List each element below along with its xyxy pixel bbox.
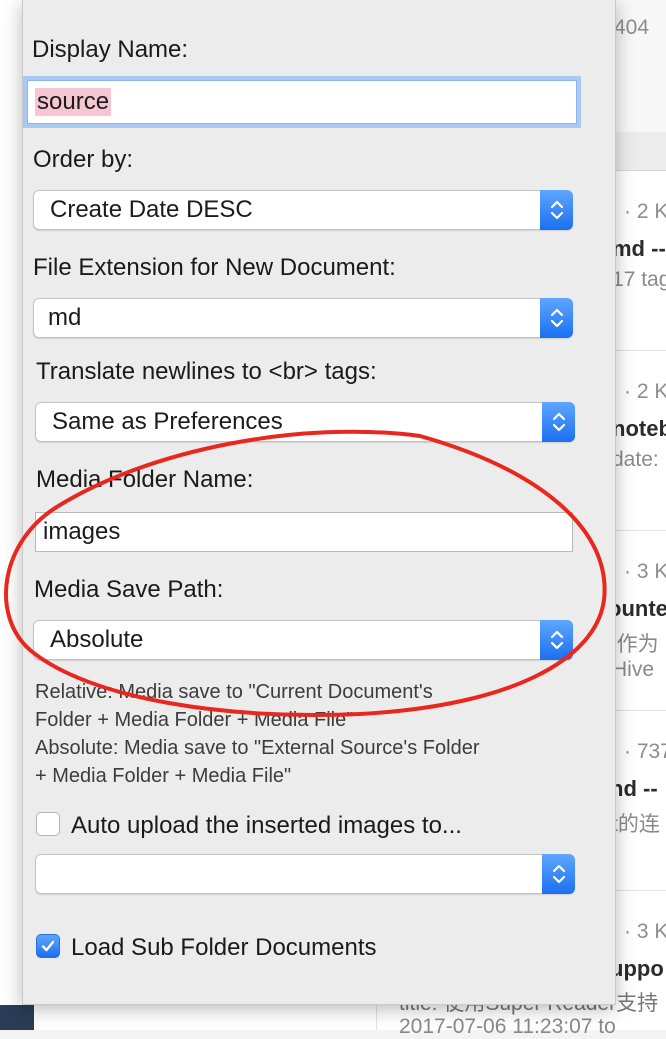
file-extension-select[interactable]: md: [33, 298, 573, 338]
media-folder-value: images: [43, 518, 121, 545]
media-save-path-value: Absolute: [50, 626, 144, 653]
list-item-title: noteb: [612, 416, 666, 441]
list-item-subtitle: 17 tags: [612, 268, 666, 291]
checkmark-icon: [41, 940, 55, 952]
list-item-title: nd --: [610, 776, 658, 801]
list-item-subtitle-2: Hive: [612, 658, 655, 681]
chevron-up-down-icon: [540, 190, 573, 230]
list-item-title: uppo: [610, 956, 664, 981]
list-item-title: md --: [612, 236, 666, 261]
file-extension-value: md: [48, 304, 82, 331]
load-sub-folder-label: Load Sub Folder Documents: [71, 934, 377, 961]
help-line: Absolute: Media save to "External Source…: [35, 737, 480, 759]
newlines-select[interactable]: Same as Preferences: [35, 402, 575, 442]
chevron-up-down-icon: [540, 620, 573, 660]
list-item-subtitle: date:: [612, 448, 659, 471]
media-save-path-select[interactable]: Absolute: [33, 620, 573, 660]
order-by-select[interactable]: Create Date DESC: [33, 190, 573, 230]
list-item-meta: · 737: [624, 740, 666, 763]
list-item-meta: · 2 K: [624, 200, 666, 223]
list-item-title: ounte: [608, 596, 666, 621]
media-folder-label: Media Folder Name:: [36, 466, 254, 493]
folder-settings-popover: Display Name: source Order by: Create Da…: [22, 0, 616, 1005]
order-by-value: Create Date DESC: [50, 196, 253, 223]
media-folder-input[interactable]: images: [35, 512, 573, 552]
media-save-path-label: Media Save Path:: [34, 576, 224, 603]
display-name-value: source: [35, 88, 112, 116]
newlines-label: Translate newlines to <br> tags:: [36, 358, 377, 385]
chevron-up-down-icon: [542, 402, 575, 442]
auto-upload-checkbox[interactable]: [36, 812, 60, 836]
load-sub-folder-checkbox[interactable]: [36, 934, 60, 958]
display-name-input[interactable]: source: [27, 80, 577, 124]
upload-target-select[interactable]: [35, 854, 575, 894]
media-save-help-text: Relative: Media save to "Current Documen…: [35, 678, 479, 790]
list-item-subtitle: t的连: [612, 813, 660, 836]
file-extension-label: File Extension for New Document:: [33, 254, 396, 281]
display-name-label: Display Name:: [32, 36, 189, 63]
help-line: + Media Folder + Media File": [35, 765, 292, 787]
auto-upload-label: Auto upload the inserted images to...: [71, 812, 462, 839]
order-by-label: Order by:: [33, 146, 134, 173]
list-item-subtitle: l作为: [612, 633, 659, 656]
list-item-meta: · 3 K: [624, 560, 666, 583]
help-line: Relative: Media save to "Current Documen…: [35, 681, 433, 703]
window-edge-dark: [0, 1005, 34, 1030]
header-count: 404: [614, 16, 650, 39]
help-line: Folder + Media Folder + Media File": [35, 709, 354, 731]
list-item-meta: · 3 KB: [624, 920, 666, 943]
newlines-value: Same as Preferences: [52, 408, 283, 435]
chevron-up-down-icon: [540, 298, 573, 338]
list-item-date: 2017-07-06 11:23:07 to: [399, 1015, 616, 1038]
chevron-up-down-icon: [542, 854, 575, 894]
list-item-meta: · 2 K: [624, 380, 666, 403]
